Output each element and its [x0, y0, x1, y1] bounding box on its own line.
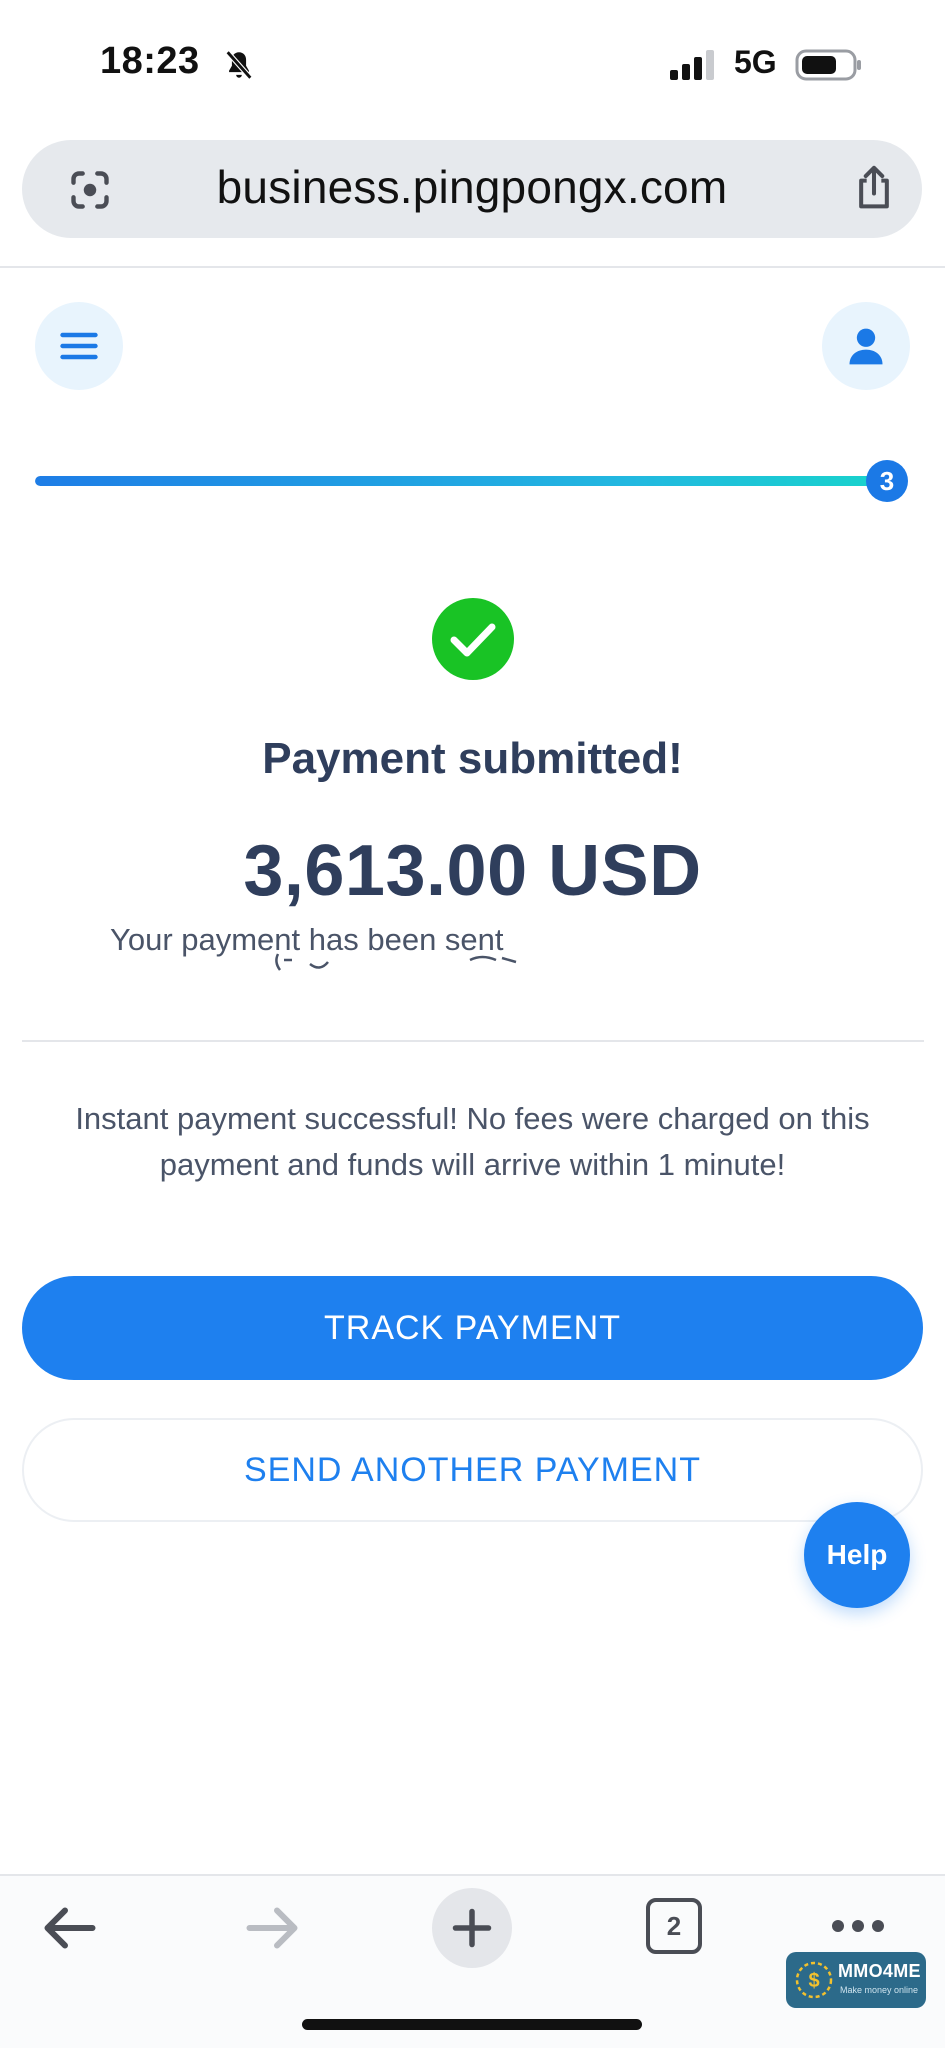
dollar-coin-icon: $ [795, 1961, 833, 1999]
bell-slash-icon [225, 50, 253, 80]
forward-arrow-icon[interactable] [242, 1898, 302, 1958]
status-time: 18:23 [100, 40, 200, 82]
redaction-residue [275, 953, 517, 971]
status-bar: 18:23 5G [0, 0, 945, 130]
progress-bar [35, 476, 885, 486]
plus-icon [452, 1908, 492, 1948]
watermark-title: MMO4ME [838, 1961, 921, 1981]
divider [22, 1040, 924, 1042]
signal-icon [670, 50, 714, 80]
tabs-icon[interactable]: 2 [646, 1898, 702, 1954]
profile-button[interactable] [822, 302, 910, 390]
menu-button[interactable] [35, 302, 123, 390]
menu-icon [60, 332, 98, 360]
profile-icon [849, 328, 883, 365]
progress-fill [35, 476, 885, 486]
send-another-payment-button[interactable]: SEND ANOTHER PAYMENT [22, 1418, 923, 1522]
network-type: 5G [734, 44, 777, 80]
address-bar[interactable]: business.pingpongx.com [22, 140, 922, 238]
help-button[interactable]: Help [804, 1502, 910, 1608]
step-badge: 3 [866, 460, 908, 502]
home-indicator [302, 2019, 642, 2030]
url-text[interactable]: business.pingpongx.com [22, 160, 922, 214]
share-icon[interactable] [852, 164, 896, 212]
payment-amount: 3,613.00 USD [243, 831, 702, 911]
divider [0, 266, 945, 268]
success-title: Payment submitted! [262, 734, 683, 783]
watermark-logo: $ MMO4ME Make money online [786, 1952, 926, 2008]
back-arrow-icon[interactable] [40, 1898, 100, 1958]
info-message: Instant payment successful! No fees were… [75, 1101, 870, 1182]
battery-icon [795, 49, 861, 81]
check-circle-icon [432, 598, 514, 680]
new-tab-button[interactable] [432, 1888, 512, 1968]
svg-text:$: $ [808, 1970, 819, 1992]
more-icon[interactable] [830, 1916, 886, 1936]
watermark-subtitle: Make money online [840, 1985, 919, 1995]
track-payment-button[interactable]: TRACK PAYMENT [22, 1276, 923, 1380]
